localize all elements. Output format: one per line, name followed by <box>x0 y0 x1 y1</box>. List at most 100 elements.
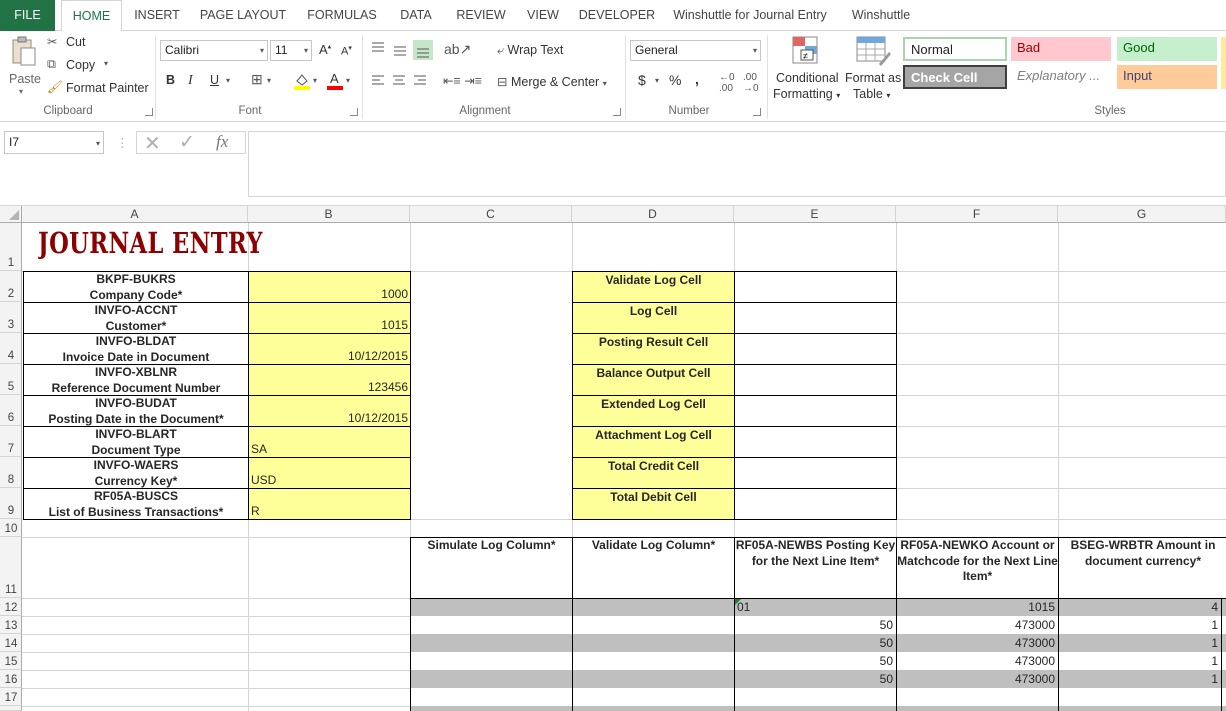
log-value-extended-log[interactable] <box>734 395 897 427</box>
field-value-posting-date[interactable]: 10/12/2015 <box>248 395 411 427</box>
currency-dropdown-icon[interactable]: ▾ <box>655 76 659 85</box>
field-label-business-transactions[interactable]: RF05A-BUSCS List of Business Transactions… <box>23 488 249 520</box>
column-header-b[interactable]: B <box>248 206 410 223</box>
alignment-launcher-icon[interactable] <box>613 108 621 116</box>
style-bad[interactable]: Bad <box>1011 37 1111 61</box>
tab-view[interactable]: VIEW <box>520 0 566 31</box>
field-value-company-code[interactable]: 1000 <box>248 271 411 303</box>
bold-button[interactable]: B <box>166 73 175 87</box>
style-normal[interactable]: Normal <box>903 37 1007 61</box>
borders-dropdown-icon[interactable]: ▾ <box>267 76 271 85</box>
tab-data[interactable]: DATA <box>392 0 440 31</box>
column-header-f[interactable]: F <box>896 206 1058 223</box>
row-header[interactable]: 11 <box>0 537 22 598</box>
row-header[interactable]: 3 <box>0 302 22 333</box>
row-header[interactable]: 14 <box>0 634 22 652</box>
field-label-customer[interactable]: INVFO-ACCNT Customer* <box>23 302 249 334</box>
style-neutral-partial[interactable] <box>1221 37 1226 89</box>
row-header[interactable]: 13 <box>0 616 22 634</box>
field-label-invoice-date[interactable]: INVFO-BLDAT Invoice Date in Document <box>23 333 249 365</box>
cell-account[interactable]: 1015 <box>897 599 1057 616</box>
enter-check-icon[interactable]: ✓ <box>179 131 195 154</box>
field-value-document-type[interactable]: SA <box>248 426 411 458</box>
log-label-balance-output[interactable]: Balance Output Cell <box>572 364 735 396</box>
column-header-g[interactable]: G <box>1058 206 1226 223</box>
column-header-c[interactable]: C <box>410 206 572 223</box>
row-header[interactable]: 15 <box>0 652 22 670</box>
log-value-attachment-log[interactable] <box>734 426 897 458</box>
decrease-decimal-icon[interactable]: .00 →0 <box>743 72 759 94</box>
field-value-reference-doc[interactable]: 123456 <box>248 364 411 396</box>
tab-formulas[interactable]: FORMULAS <box>300 0 384 31</box>
font-color-dropdown-icon[interactable]: ▾ <box>346 76 350 85</box>
select-all-corner[interactable] <box>0 206 22 223</box>
increase-font-icon[interactable]: A▴ <box>319 42 331 57</box>
log-value-balance-output[interactable] <box>734 364 897 396</box>
row-header[interactable]: 8 <box>0 457 22 488</box>
log-label-attachment-log[interactable]: Attachment Log Cell <box>572 426 735 458</box>
cell-posting-key[interactable]: 50 <box>735 617 895 634</box>
row-header[interactable]: 4 <box>0 333 22 364</box>
field-label-currency-key[interactable]: INVFO-WAERS Currency Key* <box>23 457 249 489</box>
log-value-log[interactable] <box>734 302 897 334</box>
underline-button[interactable]: U <box>210 73 219 87</box>
column-header-a[interactable]: A <box>22 206 248 223</box>
row-header[interactable]: 16 <box>0 670 22 688</box>
log-value-posting-result[interactable] <box>734 333 897 365</box>
formula-input[interactable] <box>248 131 1226 197</box>
tab-page-layout[interactable]: PAGE LAYOUT <box>194 0 292 31</box>
log-label-extended-log[interactable]: Extended Log Cell <box>572 395 735 427</box>
tab-winshuttle-journal[interactable]: Winshuttle for Journal Entry <box>668 0 832 31</box>
tab-winshuttle[interactable]: Winshuttle <box>842 0 920 31</box>
italic-button[interactable]: I <box>188 73 193 89</box>
copy-dropdown-icon[interactable]: ▾ <box>104 59 108 68</box>
clipboard-launcher-icon[interactable] <box>145 108 153 116</box>
cell-posting-key[interactable]: 01 <box>737 599 893 616</box>
underline-dropdown-icon[interactable]: ▾ <box>226 76 230 85</box>
cell-amount[interactable]: 1 <box>1059 617 1220 634</box>
row-header[interactable]: 5 <box>0 364 22 395</box>
log-label-log[interactable]: Log Cell <box>572 302 735 334</box>
cancel-x-icon[interactable]: ✕ <box>144 131 161 156</box>
row-header[interactable]: 2 <box>0 271 22 302</box>
col-header-amount[interactable]: BSEG-WRBTR Amount in document currency* <box>1058 537 1226 598</box>
col-header-posting-key[interactable]: RF05A-NEWBS Posting Key for the Next Lin… <box>734 537 897 598</box>
field-label-reference-doc[interactable]: INVFO-XBLNR Reference Document Number <box>23 364 249 396</box>
row-header[interactable]: 17 <box>0 688 22 706</box>
fill-dropdown-icon[interactable]: ▾ <box>313 76 317 85</box>
format-as-table-button[interactable]: Format as Table ▾ <box>843 34 901 104</box>
style-good[interactable]: Good <box>1117 37 1217 61</box>
font-color-icon[interactable]: A <box>326 71 344 91</box>
log-value-validate[interactable] <box>734 271 897 303</box>
merge-center-button[interactable]: ⊟ Merge & Center ▾ <box>497 74 607 89</box>
column-header-d[interactable]: D <box>572 206 734 223</box>
comma-button[interactable]: , <box>695 71 699 87</box>
cell-posting-key[interactable]: 50 <box>735 653 895 670</box>
row-header[interactable]: 12 <box>0 598 22 616</box>
field-label-company-code[interactable]: BKPF-BUKRS Company Code* <box>23 271 249 303</box>
log-label-total-debit[interactable]: Total Debit Cell <box>572 488 735 520</box>
tab-file[interactable]: FILE <box>0 0 55 31</box>
currency-button[interactable]: $ <box>638 72 646 88</box>
font-launcher-icon[interactable] <box>350 108 358 116</box>
col-header-account[interactable]: RF05A-NEWKO Account or Matchcode for the… <box>896 537 1059 598</box>
cell-account[interactable]: 473000 <box>897 617 1057 634</box>
insert-function-icon[interactable]: fx <box>216 132 228 152</box>
style-input[interactable]: Input <box>1117 65 1217 89</box>
increase-decimal-icon[interactable]: ←0.00 <box>719 72 735 94</box>
row-header[interactable]: 1 <box>0 223 22 271</box>
cell-posting-key[interactable]: 50 <box>735 671 895 688</box>
field-value-business-transactions[interactable]: R <box>248 488 411 520</box>
number-launcher-icon[interactable] <box>753 108 761 116</box>
font-size-select[interactable]: 11 ▾ <box>270 40 312 61</box>
column-header-e[interactable]: E <box>734 206 896 223</box>
cell-account[interactable]: 473000 <box>897 671 1057 688</box>
cell-amount[interactable]: 1 <box>1059 653 1220 670</box>
log-label-validate[interactable]: Validate Log Cell <box>572 271 735 303</box>
field-value-invoice-date[interactable]: 10/12/2015 <box>248 333 411 365</box>
cell-amount[interactable]: 1 <box>1059 671 1220 688</box>
cell-account[interactable]: 473000 <box>897 653 1057 670</box>
cell-amount[interactable]: 4 <box>1059 599 1220 616</box>
tab-home[interactable]: HOME <box>61 0 122 32</box>
row-header[interactable]: 6 <box>0 395 22 426</box>
